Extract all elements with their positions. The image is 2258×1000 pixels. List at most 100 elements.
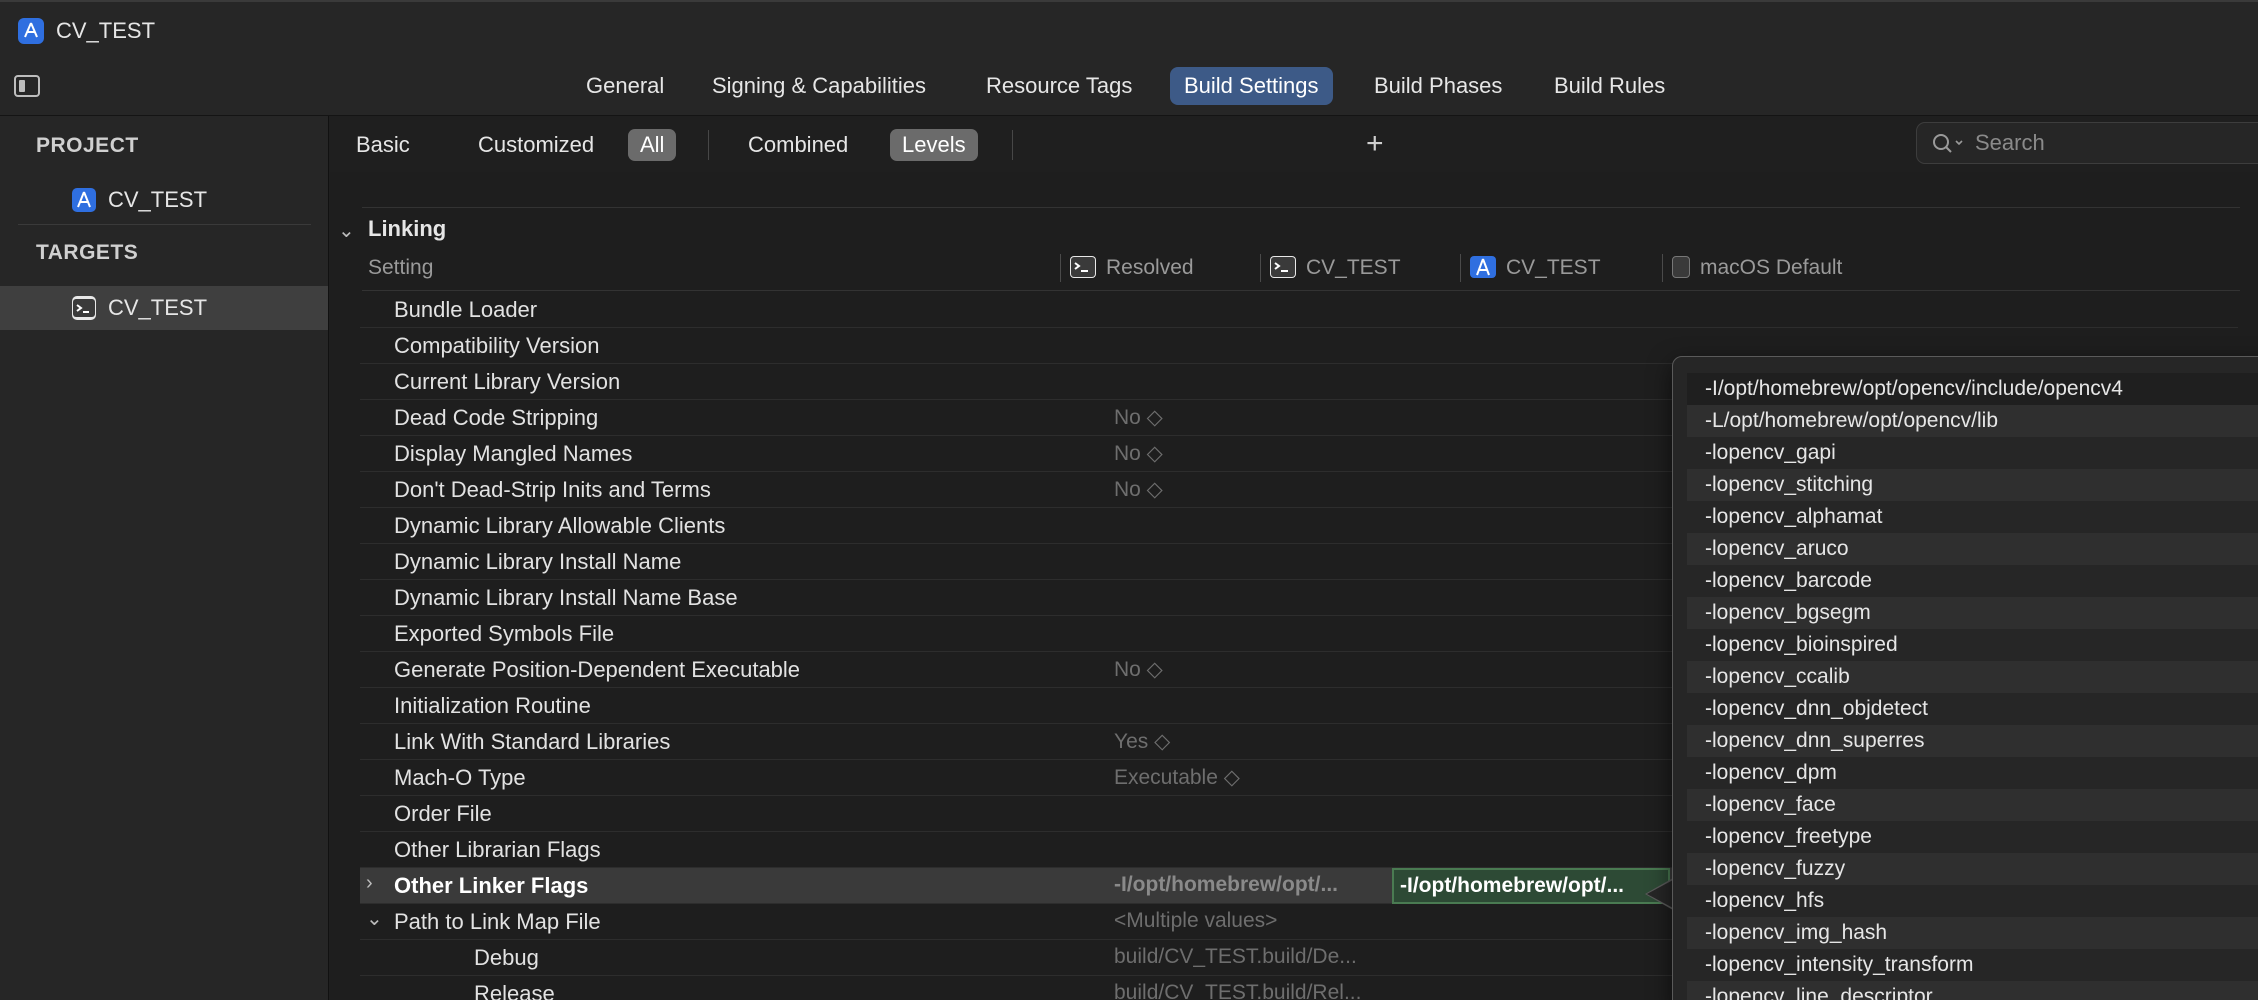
document-icon <box>1672 256 1690 278</box>
setting-value: -I/opt/homebrew/opt/... <box>1114 873 1338 896</box>
linker-flags-popover[interactable]: -I/opt/homebrew/opt/opencv/include/openc… <box>1672 356 2258 1000</box>
column-setting: Setting <box>368 256 434 279</box>
sidebar-item-target[interactable]: CV_TEST <box>0 286 328 330</box>
setting-value: build/CV_TEST.build/De... <box>1114 945 1357 968</box>
xcode-app-icon <box>18 18 44 44</box>
column-label: macOS Default <box>1700 256 1843 279</box>
filter-combined[interactable]: Combined <box>736 129 860 161</box>
setting-value-editor[interactable]: -I/opt/homebrew/opt/... <box>1392 868 1670 904</box>
divider <box>362 207 2240 208</box>
setting-name: Other Linker Flags <box>394 873 589 898</box>
column-separator <box>1460 254 1461 282</box>
chevron-down-icon[interactable]: ⌄ <box>366 906 383 931</box>
setting-name: Dead Code Stripping <box>394 405 599 430</box>
filter-customized[interactable]: Customized <box>466 129 606 161</box>
list-item[interactable]: -lopencv_line_descriptor <box>1687 981 2258 1000</box>
setting-name: Generate Position-Dependent Executable <box>394 657 801 682</box>
targets-header: TARGETS <box>36 241 139 264</box>
setting-value[interactable]: No ◇ <box>1114 405 1163 430</box>
list-item[interactable]: -lopencv_fuzzy <box>1687 853 2258 885</box>
list-item[interactable]: -lopencv_freetype <box>1687 821 2258 853</box>
xcode-window: CV_TEST General Signing & Capabilities R… <box>0 0 2258 1000</box>
setting-name: Release <box>474 981 555 1000</box>
tab-resource-tags[interactable]: Resource Tags <box>972 67 1146 105</box>
setting-name: Path to Link Map File <box>394 909 601 934</box>
filter-separator <box>708 130 709 160</box>
list-item[interactable]: -lopencv_ccalib <box>1687 661 2258 693</box>
column-project[interactable]: CV_TEST <box>1470 256 1601 280</box>
project-sidebar: PROJECT CV_TEST TARGETS CV_TEST <box>0 116 329 1000</box>
column-label: CV_TEST <box>1306 256 1401 279</box>
tab-build-rules[interactable]: Build Rules <box>1540 67 1679 105</box>
search-input[interactable] <box>1975 129 2258 157</box>
list-item[interactable]: -lopencv_img_hash <box>1687 917 2258 949</box>
setting-value[interactable]: Executable ◇ <box>1114 765 1240 790</box>
setting-name: Bundle Loader <box>394 297 538 322</box>
list-item[interactable]: -lopencv_hfs <box>1687 885 2258 917</box>
filter-levels[interactable]: Levels <box>890 129 978 161</box>
column-resolved[interactable]: Resolved <box>1070 256 1194 280</box>
filter-all[interactable]: All <box>628 129 677 161</box>
list-item[interactable]: -lopencv_face <box>1687 789 2258 821</box>
setting-row[interactable]: Bundle Loader <box>360 292 2238 328</box>
sidebar-item-label: CV_TEST <box>108 187 208 212</box>
search-field[interactable] <box>1916 122 2258 164</box>
popover-arrow <box>1645 878 1673 910</box>
setting-value[interactable]: No ◇ <box>1114 657 1163 682</box>
list-item[interactable]: -lopencv_alphamat <box>1687 501 2258 533</box>
sidebar-toggle-icon[interactable] <box>14 75 40 97</box>
section-title-linking: Linking <box>368 216 447 241</box>
sidebar-divider <box>18 224 311 225</box>
filter-basic[interactable]: Basic <box>344 129 422 161</box>
setting-value: <Multiple values> <box>1114 909 1278 932</box>
column-default[interactable]: macOS Default <box>1672 256 1842 280</box>
chevron-right-icon[interactable]: › <box>366 872 373 895</box>
list-item[interactable]: -lopencv_dpm <box>1687 757 2258 789</box>
setting-name: Display Mangled Names <box>394 441 633 466</box>
list-item[interactable]: -lopencv_barcode <box>1687 565 2258 597</box>
window-title: CV_TEST <box>56 18 156 43</box>
setting-value: build/CV_TEST.build/Rel... <box>1114 981 1362 1000</box>
setting-value[interactable]: No ◇ <box>1114 441 1163 466</box>
xcode-project-icon <box>1470 256 1496 278</box>
list-item[interactable]: -lopencv_dnn_objdetect <box>1687 693 2258 725</box>
add-setting-button[interactable]: + <box>1366 128 1384 160</box>
editor-tab-bar: General Signing & Capabilities Resource … <box>0 58 2258 116</box>
terminal-icon <box>1270 256 1296 278</box>
setting-name: Dynamic Library Install Name Base <box>394 585 738 610</box>
list-item[interactable]: -L/opt/homebrew/opt/opencv/lib <box>1687 405 2258 437</box>
terminal-target-icon <box>72 296 96 320</box>
tab-build-phases[interactable]: Build Phases <box>1360 67 1516 105</box>
linker-flags-list: -I/opt/homebrew/opt/opencv/include/openc… <box>1687 373 2258 1000</box>
tab-build-settings[interactable]: Build Settings <box>1170 67 1333 105</box>
terminal-icon <box>1070 256 1096 278</box>
setting-name: Exported Symbols File <box>394 621 615 646</box>
chevron-down-icon[interactable]: ⌄ <box>338 218 355 243</box>
setting-value[interactable]: Yes ◇ <box>1114 729 1170 754</box>
divider <box>362 290 2240 291</box>
setting-name: Debug <box>474 945 539 970</box>
setting-name: Other Librarian Flags <box>394 837 601 862</box>
setting-name: Compatibility Version <box>394 333 600 358</box>
list-item[interactable]: -lopencv_bioinspired <box>1687 629 2258 661</box>
column-separator <box>1060 254 1061 282</box>
list-item[interactable]: -lopencv_aruco <box>1687 533 2258 565</box>
setting-value[interactable]: No ◇ <box>1114 477 1163 502</box>
tab-signing-capabilities[interactable]: Signing & Capabilities <box>698 67 940 105</box>
list-item[interactable]: -lopencv_bgsegm <box>1687 597 2258 629</box>
list-item[interactable]: -lopencv_intensity_transform <box>1687 949 2258 981</box>
column-target[interactable]: CV_TEST <box>1270 256 1401 280</box>
setting-name: Order File <box>394 801 492 826</box>
list-item[interactable]: -I/opt/homebrew/opt/opencv/include/openc… <box>1687 373 2258 405</box>
setting-name: Initialization Routine <box>394 693 591 718</box>
list-item[interactable]: -lopencv_gapi <box>1687 437 2258 469</box>
setting-name: Link With Standard Libraries <box>394 729 671 754</box>
project-header: PROJECT <box>36 134 139 157</box>
list-item[interactable]: -lopencv_dnn_superres <box>1687 725 2258 757</box>
filter-separator <box>1012 130 1013 160</box>
list-item[interactable]: -lopencv_stitching <box>1687 469 2258 501</box>
sidebar-item-project[interactable]: CV_TEST <box>0 178 328 222</box>
build-settings-filter-bar: Basic Customized All Combined Levels + <box>330 116 2258 172</box>
tab-general[interactable]: General <box>572 67 678 105</box>
search-icon <box>1931 132 1967 161</box>
